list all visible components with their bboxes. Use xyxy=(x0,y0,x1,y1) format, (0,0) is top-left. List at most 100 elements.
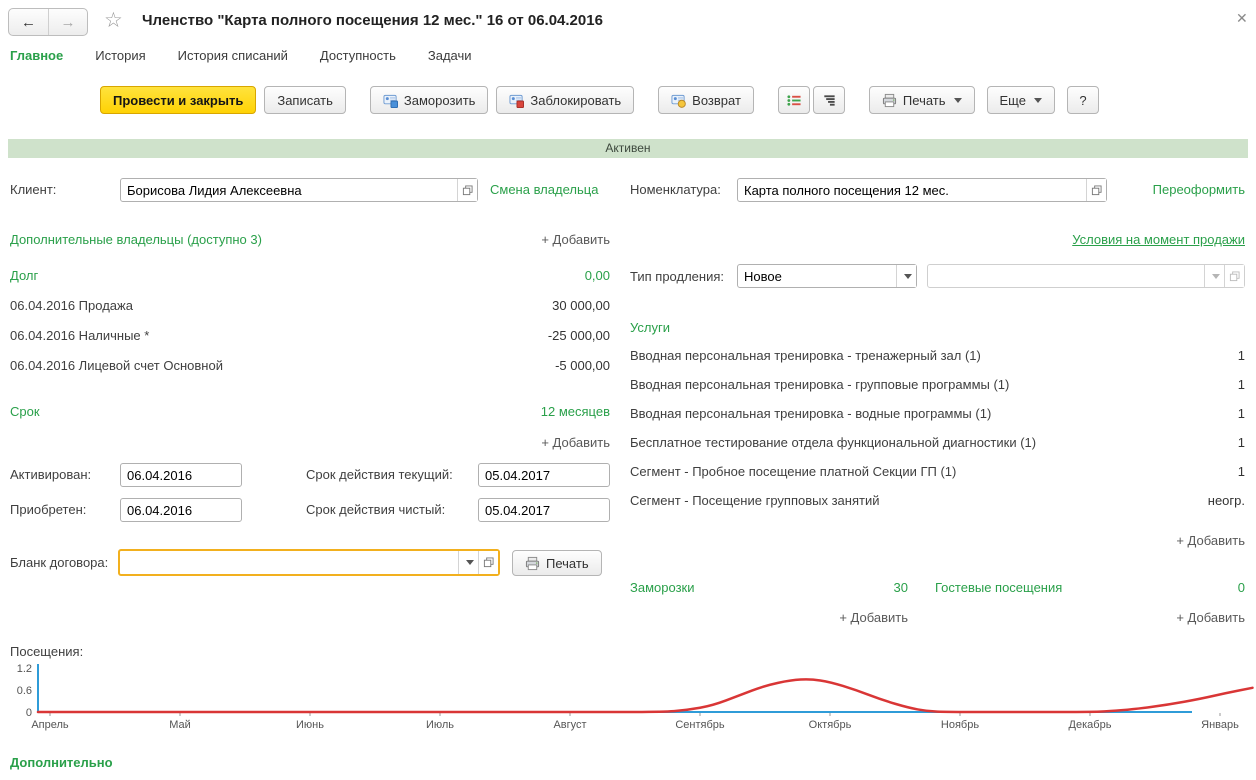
svg-text:Декабрь: Декабрь xyxy=(1069,719,1112,731)
contract-print-button[interactable]: Печать xyxy=(512,550,602,576)
more-button[interactable]: Еще xyxy=(987,86,1055,114)
close-icon[interactable]: ✕ xyxy=(1236,10,1248,27)
save-label: Записать xyxy=(277,93,333,108)
back-button[interactable]: ← xyxy=(9,9,48,35)
additional-section-link[interactable]: Дополнительно xyxy=(10,755,113,770)
caret-down-icon xyxy=(954,98,962,103)
nomenclature-select-icon[interactable] xyxy=(1086,179,1106,201)
save-button[interactable]: Записать xyxy=(264,86,346,114)
change-owner-link[interactable]: Смена владельца xyxy=(490,182,598,197)
service-count: неогр. xyxy=(1208,493,1245,508)
client-select-icon[interactable] xyxy=(457,179,477,201)
renewal-secondary-caret-icon[interactable] xyxy=(1204,265,1224,287)
add-service-button[interactable]: + Добавить xyxy=(1176,533,1245,548)
membership-card-window: ← → ☆ Членство "Карта полного посещения … xyxy=(0,0,1256,780)
debt-row-amount: -5 000,00 xyxy=(555,358,610,373)
caret-down-icon xyxy=(1034,98,1042,103)
guest-visits-section-link[interactable]: Гостевые посещения xyxy=(935,580,1062,595)
service-count: 1 xyxy=(1238,435,1245,450)
renewal-secondary-input[interactable] xyxy=(928,265,1204,287)
help-button[interactable]: ? xyxy=(1067,86,1099,114)
structure-view-button[interactable] xyxy=(813,86,845,114)
refund-label: Возврат xyxy=(692,93,741,108)
service-row: Вводная персональная тренировка - тренаж… xyxy=(630,348,1245,363)
svg-text:Январь: Январь xyxy=(1201,719,1239,731)
add-owner-button[interactable]: + Добавить xyxy=(541,232,610,247)
contract-select-icon[interactable] xyxy=(478,551,498,574)
history-nav-group: ← → xyxy=(8,8,88,36)
printer-icon xyxy=(525,556,540,571)
add-freeze-button[interactable]: + Добавить xyxy=(630,610,908,625)
more-label: Еще xyxy=(1000,93,1026,108)
svg-text:Июль: Июль xyxy=(426,719,454,731)
block-button[interactable]: Заблокировать xyxy=(496,86,634,114)
debt-section-link[interactable]: Долг xyxy=(10,268,38,283)
activated-label: Активирован: xyxy=(10,463,91,487)
print-label: Печать xyxy=(903,93,946,108)
tab-history[interactable]: История xyxy=(95,48,145,63)
service-name: Вводная персональная тренировка - тренаж… xyxy=(630,348,981,363)
refund-button[interactable]: Возврат xyxy=(658,86,754,114)
svg-text:Ноябрь: Ноябрь xyxy=(941,719,979,731)
tab-availability[interactable]: Доступность xyxy=(320,48,396,63)
svg-text:0.6: 0.6 xyxy=(17,685,32,697)
help-icon: ? xyxy=(1079,93,1086,108)
debt-row-text: 06.04.2016 Лицевой счет Основной xyxy=(10,358,223,373)
services-section-link[interactable]: Услуги xyxy=(630,320,670,335)
open-link-icon xyxy=(1091,185,1102,196)
contract-caret-icon[interactable] xyxy=(458,551,478,574)
renewal-type-input[interactable] xyxy=(738,265,896,287)
favorite-star-icon[interactable]: ☆ xyxy=(104,10,123,32)
refund-card-icon xyxy=(671,93,686,108)
list-icon xyxy=(786,93,802,108)
toolbar: Провести и закрыть Записать Заморозить З… xyxy=(100,86,1099,114)
add-guest-visit-button[interactable]: + Добавить xyxy=(1176,610,1245,625)
client-field xyxy=(120,178,478,202)
service-count: 1 xyxy=(1238,377,1245,392)
tab-tasks[interactable]: Задачи xyxy=(428,48,472,63)
block-label: Заблокировать xyxy=(530,93,621,108)
renewal-caret-icon[interactable] xyxy=(896,265,916,287)
post-and-close-button[interactable]: Провести и закрыть xyxy=(100,86,256,114)
svg-text:Май: Май xyxy=(169,719,191,731)
renewal-secondary-select-icon[interactable] xyxy=(1224,265,1244,287)
service-count: 1 xyxy=(1238,406,1245,421)
svg-text:Октябрь: Октябрь xyxy=(809,719,852,731)
purchased-input[interactable] xyxy=(121,499,241,521)
sale-conditions-link[interactable]: Условия на момент продажи xyxy=(1072,232,1245,247)
debt-total: 0,00 xyxy=(585,268,610,283)
purchased-label: Приобретен: xyxy=(10,498,86,522)
forward-button[interactable]: → xyxy=(48,9,87,35)
freeze-button[interactable]: Заморозить xyxy=(370,86,489,114)
service-row: Вводная персональная тренировка - водные… xyxy=(630,406,1245,421)
activated-input[interactable] xyxy=(121,464,241,486)
open-link-icon xyxy=(483,557,494,568)
term-value: 12 месяцев xyxy=(541,404,610,419)
client-input[interactable] xyxy=(121,179,457,201)
guest-visits-value: 0 xyxy=(1238,580,1245,595)
service-row: Бесплатное тестирование отдела функциона… xyxy=(630,435,1245,450)
additional-owners-link[interactable]: Дополнительные владельцы (доступно 3) xyxy=(10,232,262,247)
term-section-link[interactable]: Срок xyxy=(10,404,40,419)
current-term-input[interactable] xyxy=(479,464,609,486)
tab-writeoff-history[interactable]: История списаний xyxy=(178,48,288,63)
freezes-value: 30 xyxy=(630,580,908,595)
list-view-button[interactable] xyxy=(778,86,810,114)
service-row: Сегмент - Пробное посещение платной Секц… xyxy=(630,464,1245,479)
service-count: 1 xyxy=(1238,348,1245,363)
service-name: Сегмент - Посещение групповых занятий xyxy=(630,493,879,508)
renewal-type-label: Тип продления: xyxy=(630,265,724,289)
contract-blank-label: Бланк договора: xyxy=(10,551,108,575)
renewal-type-select xyxy=(737,264,917,288)
net-term-input[interactable] xyxy=(479,499,609,521)
reissue-link[interactable]: Переоформить xyxy=(1153,182,1245,197)
nomenclature-input[interactable] xyxy=(738,179,1086,201)
open-link-icon xyxy=(462,185,473,196)
open-link-icon xyxy=(1229,271,1240,282)
funnel-list-icon xyxy=(821,93,837,108)
add-term-button[interactable]: + Добавить xyxy=(541,435,610,450)
contract-blank-input[interactable] xyxy=(120,551,458,574)
right-pane: Номенклатура: Переоформить Условия на мо… xyxy=(630,170,1245,640)
print-menu-button[interactable]: Печать xyxy=(869,86,975,114)
tab-main[interactable]: Главное xyxy=(10,48,63,63)
